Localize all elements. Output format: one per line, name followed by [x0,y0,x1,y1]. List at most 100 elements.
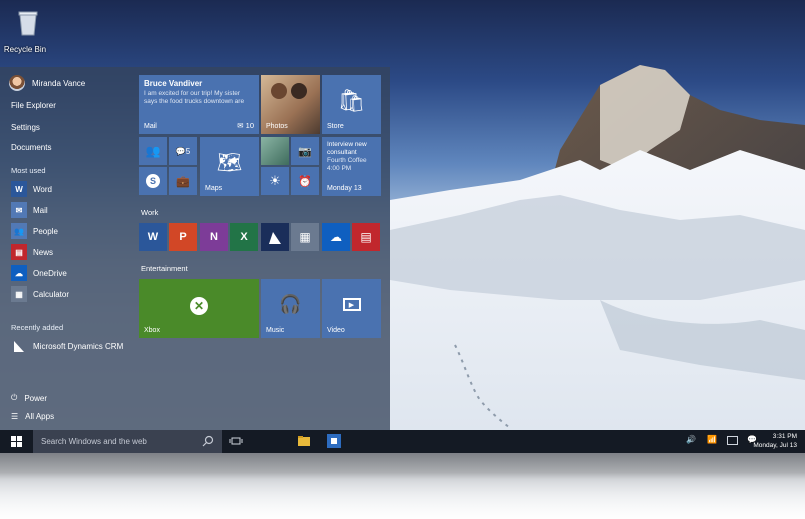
most-used-label: Calculator [33,289,70,299]
all-apps-label: All Apps [25,412,55,421]
store-tile[interactable]: 🛍 Store [322,75,381,134]
mail-count: 10 [245,121,254,130]
recycle-bin-label: Recycle Bin [3,45,47,54]
most-used-item-mail[interactable]: ✉ Mail [11,202,48,218]
documents-link[interactable]: Documents [11,143,51,152]
news-icon: ▤ [360,230,372,244]
briefcase-tile[interactable]: 💼 [169,167,197,195]
camera-icon: 📷 [298,145,312,158]
excel-icon: X [240,231,248,243]
excel-tile[interactable]: X [230,223,258,251]
keyboard-icon[interactable] [727,436,738,445]
recently-added-header: Recently added [11,323,64,332]
most-used-item-word[interactable]: W Word [11,181,52,197]
onedrive-tile[interactable]: ☁ [322,223,350,251]
reflection-fade [0,453,805,519]
windows-logo-icon [10,436,22,447]
most-used-item-news[interactable]: ▤ News [11,244,53,260]
photos-tile[interactable]: Photos [261,75,320,134]
word-icon: W [147,231,159,243]
maps-tile[interactable]: 🗺 Maps [200,137,259,196]
dynamics-icon [14,341,24,352]
alarms-tile[interactable]: ⏰ [291,167,319,195]
recently-added-item[interactable]: Microsoft Dynamics CRM [11,338,123,354]
onenote-tile[interactable]: N [200,223,228,251]
messaging-tile[interactable]: 💬 5 [169,137,197,165]
onedrive-icon: ☁ [330,230,342,244]
most-used-item-onedrive[interactable]: ☁ OneDrive [11,265,67,281]
weather-tile[interactable]: ☀ [261,167,289,195]
photo-person-1 [271,83,287,99]
network-icon[interactable]: 📶 [707,435,717,444]
messaging-icon: 💬 5 [175,146,191,156]
power-button[interactable]: ⏻ Power [11,393,47,403]
dynamics-tile[interactable] [261,223,289,251]
start-button[interactable] [0,430,32,453]
search-placeholder: Search Windows and the web [41,437,147,446]
calculator-icon: ▦ [11,286,27,302]
mail-tile[interactable]: Bruce Vandiver I am excited for our trip… [139,75,259,134]
calendar-event-line: consultant [327,149,357,156]
xbox-tile-label: Xbox [144,327,160,334]
settings-link[interactable]: Settings [11,123,40,132]
mail-tile-label: Mail [144,123,157,130]
skype-tile[interactable]: S [139,167,167,195]
skype-icon: S [139,167,167,195]
music-tile-label: Music [266,327,285,334]
calendar-event-line: Interview new [327,141,367,148]
powerpoint-tile[interactable]: P [169,223,197,251]
mail-preview: I am excited for our trip! My sister say… [144,90,245,105]
avatar [9,75,25,91]
contact-photo-tile[interactable] [261,137,289,165]
most-used-label: News [33,247,54,257]
xbox-tile[interactable]: ✕ Xbox [139,279,259,338]
store-tile-label: Store [327,123,344,130]
briefcase-icon: 💼 [176,175,190,188]
power-icon: ⏻ [11,393,18,402]
calendar-event-time: 4:00 PM [327,165,352,172]
most-used-item-calculator[interactable]: ▦ Calculator [11,286,69,302]
store-icon[interactable] [327,434,341,448]
entertainment-group-header: Entertainment [141,264,188,273]
most-used-item-people[interactable]: 👥 People [11,223,58,239]
calendar-event: Interview new consultant Fourth Coffee 4… [327,141,367,173]
people-icon: 👥 [11,223,27,239]
clock[interactable]: 3:31 PM Monday, Jul 13 [753,432,797,450]
calculator-tile[interactable]: ▦ [291,223,319,251]
dynamics-icon [269,232,281,244]
most-used-label: Mail [33,205,48,215]
task-view-icon[interactable] [229,434,243,448]
user-account[interactable]: Miranda Vance [9,75,85,91]
recycle-bin-icon [18,11,38,36]
powerpoint-icon: P [179,231,187,243]
calendar-tile[interactable]: Interview new consultant Fourth Coffee 4… [322,137,381,196]
mail-count-badge: ✉ 10 [237,121,254,130]
start-menu: Miranda Vance File Explorer Settings Doc… [0,67,390,430]
video-tile[interactable]: ▶ Video [322,279,381,338]
sun-icon: ☀ [269,173,281,188]
maps-tile-label: Maps [205,185,223,192]
calendar-day: Monday 13 [327,185,362,192]
search-box[interactable]: Search Windows and the web [33,430,222,453]
taskbar: Search Windows and the web 🔊 📶 💬 3:31 PM… [0,430,805,453]
clock-time: 3:31 PM [772,433,797,440]
word-tile[interactable]: W [139,223,167,251]
mail-icon: ✉ [11,202,27,218]
recycle-bin[interactable]: Recycle Bin [4,10,48,54]
work-group-header: Work [141,208,159,217]
desktop-screen: Recycle Bin Miranda Vance File Explorer … [0,0,805,453]
onenote-icon: N [210,231,218,243]
news-icon: ▤ [11,244,27,260]
file-explorer-link[interactable]: File Explorer [11,101,56,110]
clock-date: Monday, Jul 13 [753,442,797,449]
camera-tile[interactable]: 📷 [291,137,319,165]
volume-icon[interactable]: 🔊 [686,435,696,444]
news-tile[interactable]: ▤ [352,223,380,251]
search-icon [202,435,214,447]
screen-reflection [0,453,805,519]
music-tile[interactable]: 🎧 Music [261,279,320,338]
people-tile[interactable]: 👥 [139,137,167,165]
all-apps-button[interactable]: ☰ All Apps [11,412,54,421]
most-used-label: Word [33,184,52,194]
file-explorer-icon[interactable] [297,434,311,448]
